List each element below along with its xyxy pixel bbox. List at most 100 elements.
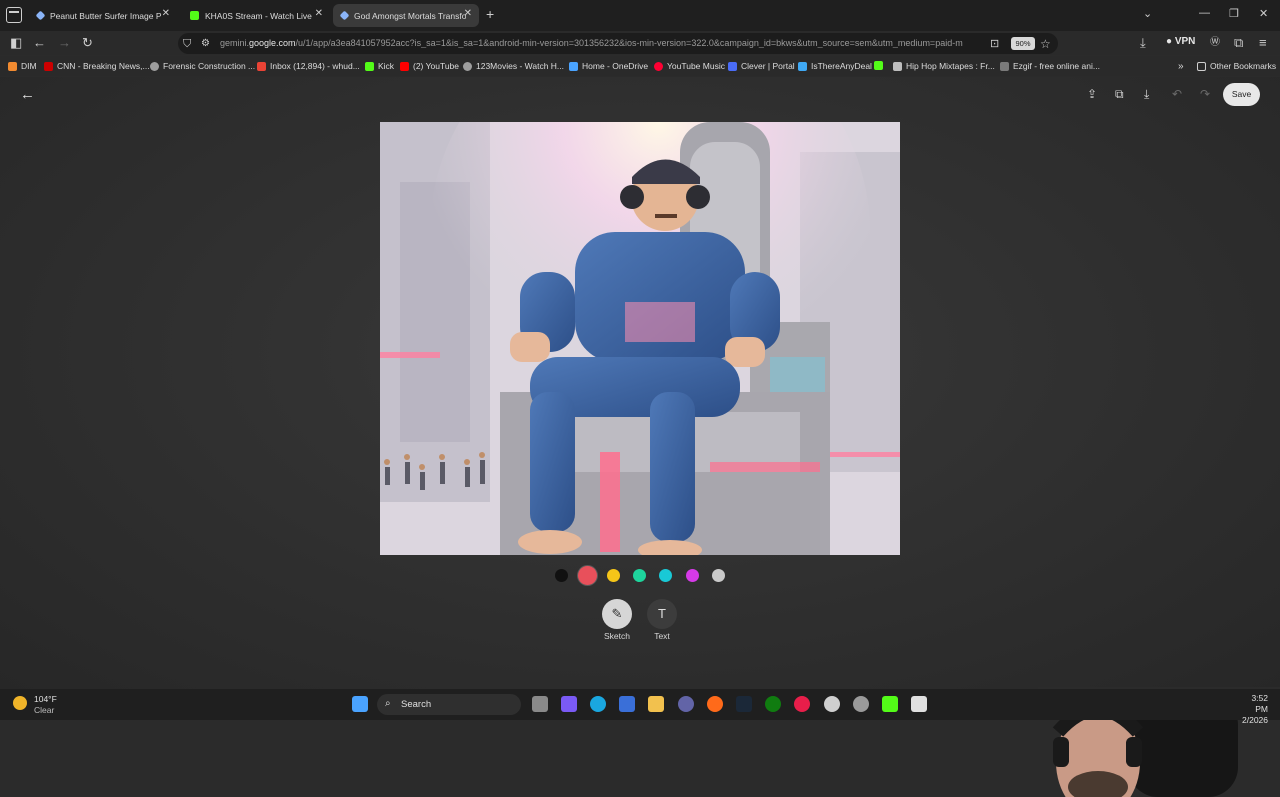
steam-icon[interactable]	[736, 696, 752, 712]
settings-gear-icon[interactable]	[824, 696, 840, 712]
sidebar-toggle-icon[interactable]: ◧	[10, 35, 22, 51]
url-prefix: gemini.	[220, 38, 250, 48]
xbox-icon[interactable]	[765, 696, 781, 712]
taskbar: 104°F Clear ⌕ Search 3:52 PM 2/2026	[0, 689, 1280, 725]
kick-favicon-icon	[190, 11, 199, 20]
bookmark-label: Ezgif - free online ani...	[1013, 61, 1100, 71]
weather-desc[interactable]: Clear	[34, 705, 54, 715]
profile-icon[interactable]: Ⓦ	[1210, 35, 1220, 51]
address-bar[interactable]: ⛉ ⚙ gemini.google.com/u/1/app/a3ea841057…	[178, 33, 1058, 54]
redo-icon[interactable]: ↷	[1200, 87, 1210, 101]
text-button[interactable]: T	[647, 599, 677, 629]
bookmark-inbox[interactable]: Inbox (12,894) - whud...	[257, 61, 360, 71]
snipping-tool-icon[interactable]	[911, 696, 927, 712]
gemini-favicon-icon	[35, 10, 46, 21]
globe-icon	[150, 61, 159, 71]
back-arrow-icon[interactable]: ←	[20, 86, 35, 103]
tab-title: God Amongst Mortals Transfor	[354, 10, 466, 21]
menu-icon[interactable]: ≡	[1259, 35, 1267, 51]
media-player-icon[interactable]	[794, 696, 810, 712]
text-label: Text	[654, 631, 670, 641]
reload-icon[interactable]: ↻	[82, 35, 93, 51]
obs-icon[interactable]	[853, 696, 869, 712]
text-icon: T	[658, 606, 666, 621]
zoom-badge[interactable]: 90%	[1011, 37, 1035, 50]
bookmark-onedrive[interactable]: Home - OneDrive	[569, 61, 648, 71]
color-swatch-green[interactable]	[633, 569, 646, 582]
bookmark-forensic[interactable]: Forensic Construction ...	[150, 61, 255, 71]
bookmark-star-icon[interactable]: ☆	[1040, 36, 1051, 52]
gemini-favicon-icon	[339, 10, 350, 21]
taskbar-search[interactable]: ⌕ Search	[377, 694, 521, 715]
bookmark-label: (2) YouTube	[413, 61, 459, 71]
color-swatch-red[interactable]	[578, 566, 597, 585]
kick-icon	[365, 61, 374, 71]
bookmark-kick[interactable]: Kick	[365, 61, 394, 71]
save-button[interactable]: Save	[1223, 83, 1260, 106]
bookmark-cnn[interactable]: CNN - Breaking News,...	[44, 61, 150, 71]
vpn-button[interactable]: ● VPN	[1166, 36, 1195, 47]
bookmark-youtube-music[interactable]: YouTube Music	[654, 61, 725, 71]
bookmark-dim[interactable]: DIM	[8, 61, 37, 71]
other-bookmarks[interactable]: Other Bookmarks	[1197, 61, 1276, 71]
file-explorer-icon[interactable]	[648, 696, 664, 712]
bookmark-isthereanydeal[interactable]: IsThereAnyDeal	[798, 61, 872, 71]
bookmark-ezgif[interactable]: Ezgif - free online ani...	[1000, 61, 1100, 71]
chevron-down-icon[interactable]: ⌄	[1143, 7, 1152, 20]
edge-icon[interactable]	[590, 696, 606, 712]
store-icon[interactable]	[619, 696, 635, 712]
tab-3-active[interactable]: God Amongst Mortals Transfor ✕	[333, 4, 479, 27]
clock[interactable]: 3:52 PM 2/2026	[1238, 693, 1268, 726]
bookmark-clever[interactable]: Clever | Portal	[728, 61, 795, 71]
undo-icon[interactable]: ↶	[1172, 87, 1182, 101]
forward-arrow-icon[interactable]: →	[58, 35, 71, 51]
copy-icon[interactable]: ⧉	[1115, 87, 1124, 102]
teams-icon[interactable]	[678, 696, 694, 712]
download-icon[interactable]: ⤓	[1140, 35, 1146, 51]
bookmark-label: Home - OneDrive	[582, 61, 649, 71]
site-settings-icon[interactable]: ⚙	[201, 36, 210, 52]
bookmark-label: 123Movies - Watch H...	[476, 61, 565, 71]
weather-temp[interactable]: 104°F	[34, 694, 57, 704]
install-app-icon[interactable]: ⊡	[990, 36, 999, 52]
generated-image[interactable]	[380, 122, 900, 555]
color-swatch-gray[interactable]	[712, 569, 725, 582]
vpn-label: VPN	[1174, 36, 1196, 47]
back-arrow-icon[interactable]: ←	[33, 35, 46, 51]
color-swatch-magenta[interactable]	[686, 569, 699, 582]
restore-icon[interactable]: ❐	[1229, 7, 1239, 20]
tab-bar: Peanut Butter Surfer Image Pro ✕ KHA0S S…	[0, 0, 1280, 31]
windows-start-icon[interactable]	[352, 696, 368, 712]
share-icon[interactable]: ⇪	[1087, 87, 1097, 101]
new-tab-icon[interactable]: +	[486, 6, 494, 22]
tab-2[interactable]: KHA0S Stream - Watch Live ✕	[182, 4, 330, 27]
bookmark-kick-2[interactable]	[874, 61, 887, 70]
task-view-icon[interactable]	[532, 696, 548, 712]
color-swatch-cyan[interactable]	[659, 569, 672, 582]
copilot-icon[interactable]	[561, 696, 577, 712]
close-tab-icon[interactable]: ✕	[315, 8, 323, 19]
color-swatch-black[interactable]	[555, 569, 568, 582]
extensions-icon[interactable]: ⧉	[1234, 35, 1243, 51]
bookmark-123movies[interactable]: 123Movies - Watch H...	[463, 61, 564, 71]
close-tab-icon[interactable]: ✕	[162, 8, 170, 19]
download-icon[interactable]: ⤓	[1144, 87, 1149, 102]
url-host: google.com	[249, 38, 296, 48]
sketch-button[interactable]: ✎	[602, 599, 632, 629]
close-window-icon[interactable]: ✕	[1259, 7, 1268, 20]
url-text[interactable]: gemini.google.com/u/1/app/a3ea841057952a…	[220, 38, 980, 48]
minimize-icon[interactable]: —	[1199, 7, 1210, 19]
clock-time: 3:52 PM	[1251, 693, 1268, 714]
shield-icon[interactable]: ⛉	[183, 36, 191, 52]
close-tab-icon[interactable]: ✕	[464, 8, 472, 19]
throne-figure-illustration	[380, 122, 900, 555]
chevron-right-icon[interactable]: »	[1178, 61, 1184, 72]
firefox-icon[interactable]	[707, 696, 723, 712]
bookmark-hiphop[interactable]: Hip Hop Mixtapes : Fr...	[893, 61, 995, 71]
kick-app-icon[interactable]	[882, 696, 898, 712]
bookmark-youtube[interactable]: (2) YouTube	[400, 61, 459, 71]
search-icon: ⌕	[385, 698, 391, 709]
tab-1[interactable]: Peanut Butter Surfer Image Pro ✕	[29, 4, 177, 27]
tab-actions-icon[interactable]	[6, 7, 22, 23]
color-swatch-yellow[interactable]	[607, 569, 620, 582]
